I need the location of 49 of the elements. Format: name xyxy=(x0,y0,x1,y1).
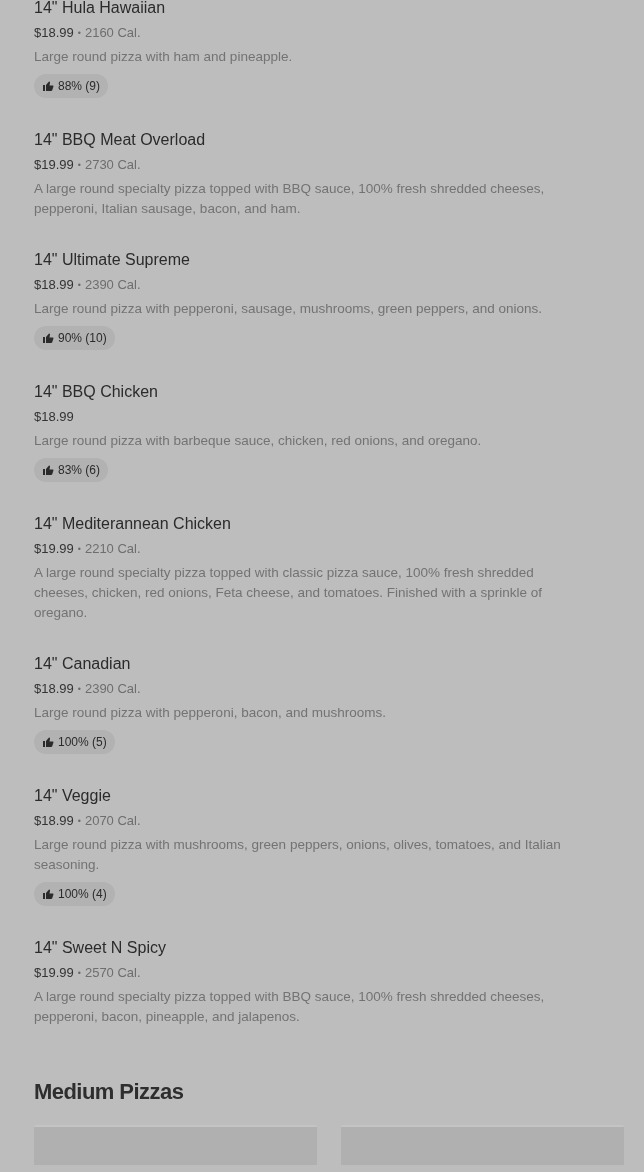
item-description: Large round pizza with barbeque sauce, chicken, red onions, and oregano. xyxy=(34,432,483,450)
rating-badge: 100% (4) xyxy=(34,882,115,906)
separator-dot: • xyxy=(77,27,81,40)
thumbs-up-icon xyxy=(42,80,54,92)
item-calories: 2390 Cal. xyxy=(84,680,141,698)
item-calories: 2210 Cal. xyxy=(84,540,141,558)
item-description: Large round pizza with pepperoni, bacon, and mushrooms. xyxy=(34,704,387,722)
rating-badge: 88% (9) xyxy=(34,74,109,98)
thumbs-up-icon xyxy=(42,464,54,476)
item-title[interactable]: 14" Ultimate Supreme xyxy=(34,250,590,270)
item-description: A large round specialty pizza topped with BBQ sauce, 100% fresh shredded cheeses, pepperoni, bacon, pineapple, and jalapenos. xyxy=(34,988,546,1026)
item-description: Large round pizza with mushrooms, green peppers, onions, olives, tomatoes, and Italian seasoning. xyxy=(34,836,562,874)
item-title[interactable]: 14" BBQ Chicken xyxy=(34,382,590,402)
item-price: $19.99 xyxy=(34,540,74,558)
thumbs-up-icon xyxy=(42,332,54,344)
item-description: A large round specialty pizza topped with classic pizza sauce, 100% fresh shredded cheeses, chicken, red onions, Feta cheese, and tomatoes. Finished with a sprinkle of oregano. xyxy=(34,564,544,622)
item-price: $19.99 xyxy=(34,964,74,982)
item-title[interactable]: 14" Sweet N Spicy xyxy=(34,938,590,958)
separator-dot: • xyxy=(77,279,81,292)
rating-badge: 83% (6) xyxy=(34,458,109,482)
item-price: $18.99 xyxy=(34,812,74,830)
item-calories: 2160 Cal. xyxy=(84,24,141,42)
item-price: $18.99 xyxy=(34,408,74,426)
thumbs-up-icon xyxy=(42,888,54,900)
separator-dot: • xyxy=(77,683,81,696)
item-description: Large round pizza with ham and pineapple. xyxy=(34,48,294,66)
separator-dot: • xyxy=(77,815,81,828)
item-title[interactable]: 14" Mediterannean Chicken xyxy=(34,514,590,534)
separator-dot: • xyxy=(77,543,81,556)
item-price: $18.99 xyxy=(34,24,74,42)
thumbs-up-icon xyxy=(42,736,54,748)
item-price: $19.99 xyxy=(34,156,74,174)
item-price: $18.99 xyxy=(34,680,74,698)
section-heading: Medium Pizzas xyxy=(34,1078,185,1106)
item-title[interactable]: 14" BBQ Meat Overload xyxy=(34,130,590,150)
rating-badge: 100% (5) xyxy=(34,730,115,754)
item-description: A large round specialty pizza topped with BBQ sauce, 100% fresh shredded cheeses, pepperoni, Italian sausage, bacon, and ham. xyxy=(34,180,546,218)
item-price: $18.99 xyxy=(34,276,74,294)
item-calories: 2570 Cal. xyxy=(84,964,141,982)
item-calories: 2070 Cal. xyxy=(84,812,141,830)
rating-badge: 90% (10) xyxy=(34,326,115,350)
item-calories: 2730 Cal. xyxy=(84,156,141,174)
item-description: Large round pizza with pepperoni, sausage, mushrooms, green peppers, and onions. xyxy=(34,300,544,318)
item-title[interactable]: 14" Hula Hawaiian xyxy=(34,0,590,18)
item-title[interactable]: 14" Canadian xyxy=(34,654,590,674)
separator-dot: • xyxy=(77,967,81,980)
separator-dot: • xyxy=(77,159,81,172)
item-title[interactable]: 14" Veggie xyxy=(34,786,590,806)
item-calories: 2390 Cal. xyxy=(84,276,141,294)
